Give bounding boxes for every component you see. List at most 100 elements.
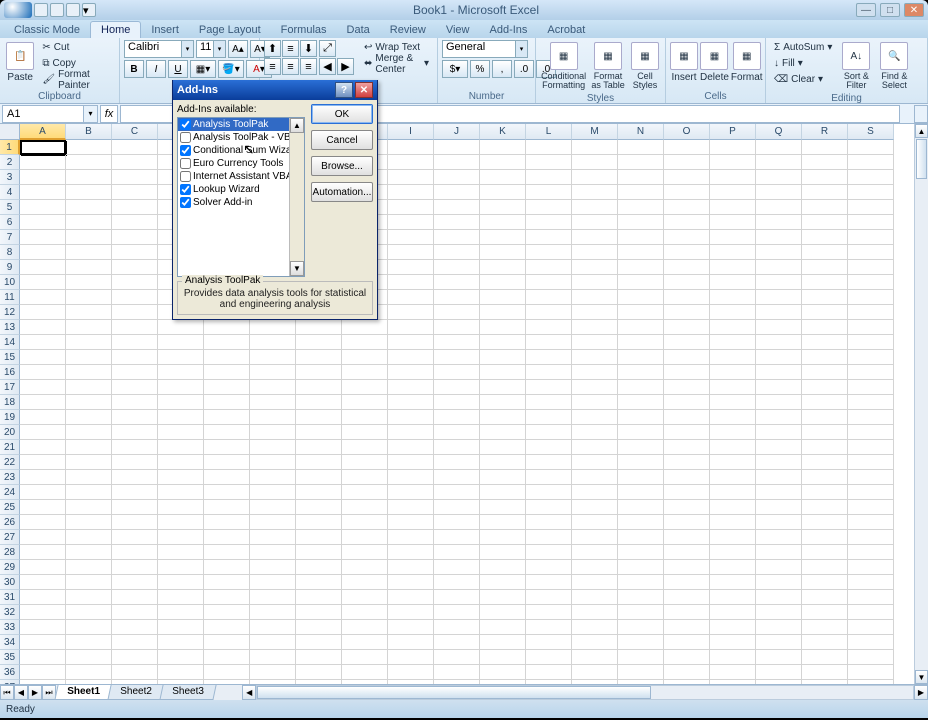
cell[interactable] (618, 320, 664, 335)
cell[interactable] (112, 320, 158, 335)
cell[interactable] (848, 410, 894, 425)
dialog-help-button[interactable]: ? (335, 82, 353, 98)
cell[interactable] (296, 320, 342, 335)
cell[interactable] (756, 575, 802, 590)
cell[interactable] (572, 605, 618, 620)
addin-item[interactable]: Analysis ToolPak (178, 118, 304, 131)
cell[interactable] (618, 590, 664, 605)
cell[interactable] (802, 350, 848, 365)
cell[interactable] (204, 515, 250, 530)
cell[interactable] (480, 665, 526, 680)
cell[interactable] (434, 620, 480, 635)
cell[interactable] (112, 425, 158, 440)
cell[interactable] (710, 140, 756, 155)
autosum-button[interactable]: ΣAutoSum ▾ (770, 40, 836, 55)
cell[interactable] (526, 380, 572, 395)
cell[interactable] (756, 410, 802, 425)
cell[interactable] (434, 455, 480, 470)
cell[interactable] (388, 290, 434, 305)
cell[interactable] (342, 530, 388, 545)
cell[interactable] (802, 275, 848, 290)
cell[interactable] (756, 140, 802, 155)
cell[interactable] (250, 410, 296, 425)
cell[interactable] (572, 290, 618, 305)
cell[interactable] (388, 185, 434, 200)
cell[interactable] (664, 350, 710, 365)
cell[interactable] (342, 380, 388, 395)
cell[interactable] (848, 620, 894, 635)
cell[interactable] (20, 320, 66, 335)
row-header[interactable]: 14 (0, 335, 20, 350)
cell[interactable] (710, 365, 756, 380)
cell[interactable] (664, 200, 710, 215)
cell[interactable] (710, 380, 756, 395)
cell[interactable] (802, 170, 848, 185)
cell[interactable] (20, 305, 66, 320)
cell[interactable] (112, 605, 158, 620)
cell[interactable] (480, 515, 526, 530)
cell[interactable] (848, 200, 894, 215)
addin-checkbox[interactable] (180, 197, 191, 208)
column-header[interactable]: A (20, 124, 66, 140)
row-header[interactable]: 33 (0, 620, 20, 635)
cell[interactable] (20, 335, 66, 350)
cell[interactable] (434, 425, 480, 440)
cell[interactable] (296, 605, 342, 620)
cell[interactable] (296, 620, 342, 635)
cell[interactable] (756, 680, 802, 684)
cell[interactable] (158, 380, 204, 395)
cell[interactable] (480, 395, 526, 410)
cell[interactable] (20, 680, 66, 684)
align-center-button[interactable]: ≡ (282, 58, 299, 75)
cell[interactable] (204, 365, 250, 380)
paste-button[interactable]: 📋Paste (4, 40, 36, 85)
column-header[interactable]: C (112, 124, 158, 140)
cell[interactable] (526, 230, 572, 245)
cell[interactable] (526, 530, 572, 545)
cell[interactable] (848, 380, 894, 395)
cell[interactable] (526, 440, 572, 455)
cell[interactable] (342, 335, 388, 350)
cell[interactable] (848, 275, 894, 290)
bold-button[interactable]: B (124, 60, 144, 78)
column-header[interactable]: J (434, 124, 480, 140)
cell[interactable] (204, 470, 250, 485)
row-header[interactable]: 10 (0, 275, 20, 290)
cell[interactable] (664, 530, 710, 545)
cell[interactable] (664, 320, 710, 335)
column-header[interactable]: N (618, 124, 664, 140)
cell[interactable] (572, 305, 618, 320)
cell[interactable] (204, 605, 250, 620)
increase-decimal-button[interactable]: .0 (514, 60, 534, 78)
cell[interactable] (664, 635, 710, 650)
column-header[interactable]: I (388, 124, 434, 140)
cell[interactable] (710, 500, 756, 515)
cell[interactable] (480, 305, 526, 320)
cell[interactable] (756, 635, 802, 650)
clear-button[interactable]: ⌫Clear ▾ (770, 72, 836, 87)
dialog-title-bar[interactable]: Add-Ins ? ✕ (173, 80, 377, 100)
cell[interactable] (526, 605, 572, 620)
cell[interactable] (526, 470, 572, 485)
cell[interactable] (20, 410, 66, 425)
cell[interactable] (296, 575, 342, 590)
cell[interactable] (664, 680, 710, 684)
cell[interactable] (618, 575, 664, 590)
cell[interactable] (158, 485, 204, 500)
cell[interactable] (664, 365, 710, 380)
row-header[interactable]: 13 (0, 320, 20, 335)
cell[interactable] (526, 650, 572, 665)
cell[interactable] (756, 485, 802, 500)
comma-button[interactable]: , (492, 60, 512, 78)
cell[interactable] (526, 140, 572, 155)
addin-checkbox[interactable] (180, 184, 191, 195)
cell[interactable] (526, 635, 572, 650)
cell[interactable] (250, 560, 296, 575)
cell[interactable] (342, 590, 388, 605)
cell[interactable] (618, 485, 664, 500)
cell[interactable] (618, 170, 664, 185)
cell[interactable] (664, 545, 710, 560)
cell[interactable] (434, 275, 480, 290)
cell[interactable] (20, 635, 66, 650)
cell[interactable] (848, 605, 894, 620)
